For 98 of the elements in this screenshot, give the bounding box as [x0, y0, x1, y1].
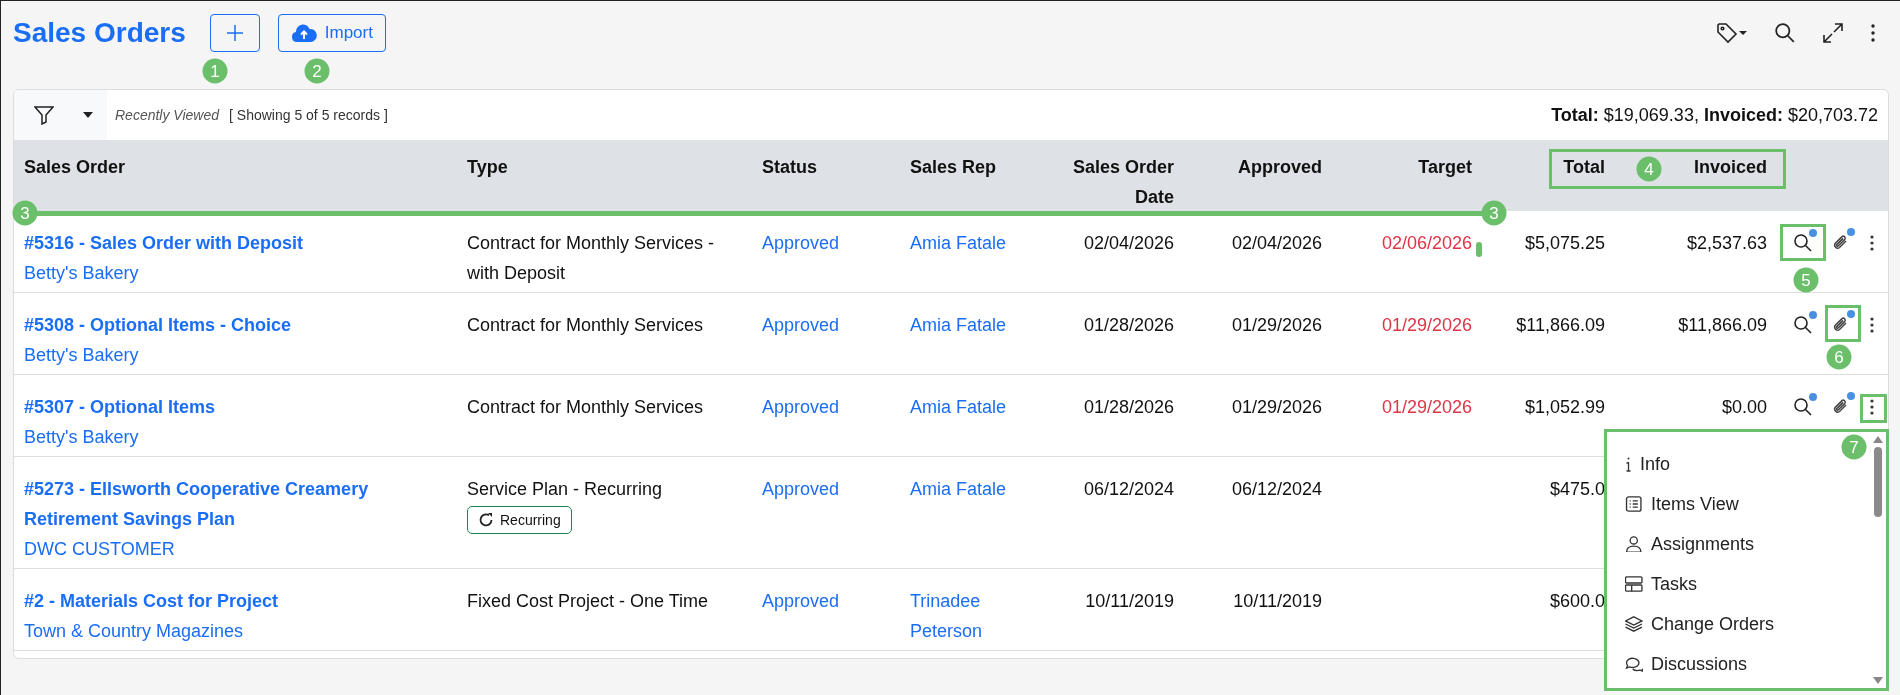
rep-link[interactable]: Amia Fatale [910, 228, 1040, 258]
table-cell: 02/04/2026 [1231, 233, 1322, 253]
menu-item[interactable]: Info [1607, 444, 1671, 484]
table-cell: 06/12/2024 [1083, 479, 1174, 499]
page-title: Sales Orders [13, 17, 186, 49]
table-cell: $1,052.99 [1524, 397, 1605, 417]
cloud-upload-icon [290, 23, 317, 43]
menu-item[interactable]: Tasks [1607, 564, 1697, 604]
column-header: Total [1563, 157, 1605, 177]
highlight-frame [1825, 305, 1861, 342]
more-icon[interactable] [1870, 23, 1876, 43]
table-cell: 02/04/2026 [1083, 233, 1174, 253]
search-icon[interactable] [1774, 22, 1796, 44]
column-header: Type [467, 157, 508, 177]
info-icon [1625, 456, 1632, 472]
scrollbar-thumb[interactable] [1874, 447, 1882, 517]
order-link[interactable]: #2 - Materials Cost for Project [24, 586, 447, 616]
import-button[interactable]: Import [277, 14, 386, 52]
customer-link[interactable]: DWC CUSTOMER [24, 534, 447, 564]
status-link[interactable]: Approved [762, 315, 840, 335]
recurring-badge: Recurring [467, 506, 572, 534]
table-cell: 01/28/2026 [1083, 315, 1174, 335]
callout-number: 1 [202, 58, 228, 84]
type-text: Fixed Cost Project - One Time [467, 590, 710, 613]
search-icon[interactable] [1793, 397, 1813, 417]
status-link[interactable]: Approved [762, 233, 840, 253]
callout-number: 2 [304, 58, 330, 84]
tag-icon[interactable] [1716, 22, 1748, 44]
type-text: Service Plan - Recurring [467, 478, 664, 501]
customer-link[interactable]: Betty's Bakery [24, 258, 447, 288]
scroll-down-icon[interactable] [1873, 677, 1883, 684]
column-header: Sales Order Date [1072, 157, 1174, 207]
target-date: 01/29/2026 [1381, 397, 1472, 417]
table-icon [1625, 576, 1643, 592]
customer-link[interactable]: Betty's Bakery [24, 340, 447, 370]
rep-link[interactable]: Amia Fatale [910, 474, 1040, 504]
rep-link[interactable]: Trinadee Peterson [910, 586, 1040, 646]
column-header: Approved [1238, 157, 1322, 177]
scroll-up-icon[interactable] [1873, 436, 1883, 443]
table-cell: 10/11/2019 [1233, 591, 1322, 611]
layers-icon [1625, 616, 1643, 632]
table-cell: $600.0 [1549, 591, 1605, 611]
rep-link[interactable]: Amia Fatale [910, 310, 1040, 340]
table-cell: 01/29/2026 [1231, 397, 1322, 417]
more-icon[interactable] [1869, 234, 1875, 252]
more-icon[interactable] [1869, 316, 1875, 334]
record-count: [ Showing 5 of 5 records ] [229, 107, 388, 123]
type-text: Contract for Monthly Services [467, 396, 705, 419]
more-icon[interactable] [1869, 398, 1875, 416]
table-cell: $11,866.09 [1678, 315, 1767, 335]
customer-link[interactable]: Betty's Bakery [24, 422, 447, 452]
column-header: Status [762, 157, 817, 177]
target-date: 02/06/2026 [1381, 233, 1472, 253]
menu-item[interactable]: Items View [1607, 484, 1739, 524]
column-header: Sales Rep [910, 157, 997, 177]
order-link[interactable]: #5273 - Ellsworth Cooperative Creamery Retirement Savings Plan [24, 474, 447, 534]
table-cell: $0.00 [1721, 397, 1767, 417]
rep-link[interactable]: Amia Fatale [910, 392, 1040, 422]
search-icon[interactable] [1793, 315, 1813, 335]
chat-icon [1625, 656, 1643, 672]
filter-icon [34, 105, 54, 125]
menu-item[interactable]: Change Orders [1607, 604, 1775, 644]
totals-text: Total: $19,069.33, Invoiced: $20,703.72 [1551, 104, 1879, 126]
caret-icon [83, 112, 93, 118]
order-link[interactable]: #5316 - Sales Order with Deposit [24, 228, 447, 258]
order-link[interactable]: #5307 - Optional Items [24, 392, 447, 422]
status-link[interactable]: Approved [762, 479, 840, 499]
table-cell: $2,537.63 [1686, 233, 1767, 253]
table-cell: 01/29/2026 [1231, 315, 1322, 335]
table-cell: $5,075.25 [1524, 233, 1605, 253]
type-text: Contract for Monthly Services - with Deposit [467, 232, 716, 285]
menu-item[interactable]: Assignments [1607, 524, 1755, 564]
table-cell: $475.0 [1549, 479, 1605, 499]
refresh-icon [478, 512, 494, 528]
status-link[interactable]: Approved [762, 397, 840, 417]
person-icon [1625, 536, 1643, 552]
table-cell: 01/28/2026 [1083, 397, 1174, 417]
customer-link[interactable]: Town & Country Magazines [24, 616, 447, 646]
type-text: Contract for Monthly Services [467, 314, 705, 337]
column-header: Target [1418, 157, 1472, 177]
table-cell: 10/11/2019 [1085, 591, 1174, 611]
expand-icon[interactable] [1822, 22, 1844, 44]
highlight-frame [1860, 394, 1887, 423]
table-cell: 06/12/2024 [1231, 479, 1322, 499]
plus-icon [225, 24, 244, 42]
highlight-frame [1780, 224, 1826, 261]
table-cell: $11,866.09 [1516, 315, 1605, 335]
filter-button[interactable] [14, 90, 107, 140]
search-icon[interactable] [1793, 233, 1813, 253]
status-link[interactable]: Approved [762, 591, 840, 611]
target-date: 01/29/2026 [1381, 315, 1472, 335]
menu-item[interactable]: Discussions [1607, 644, 1748, 684]
column-header: Invoiced [1693, 157, 1767, 177]
list-icon [1625, 496, 1643, 512]
add-button[interactable] [209, 14, 260, 52]
column-header: Sales Order [24, 157, 126, 177]
view-name: Recently Viewed [115, 107, 220, 123]
order-link[interactable]: #5308 - Optional Items - Choice [24, 310, 447, 340]
